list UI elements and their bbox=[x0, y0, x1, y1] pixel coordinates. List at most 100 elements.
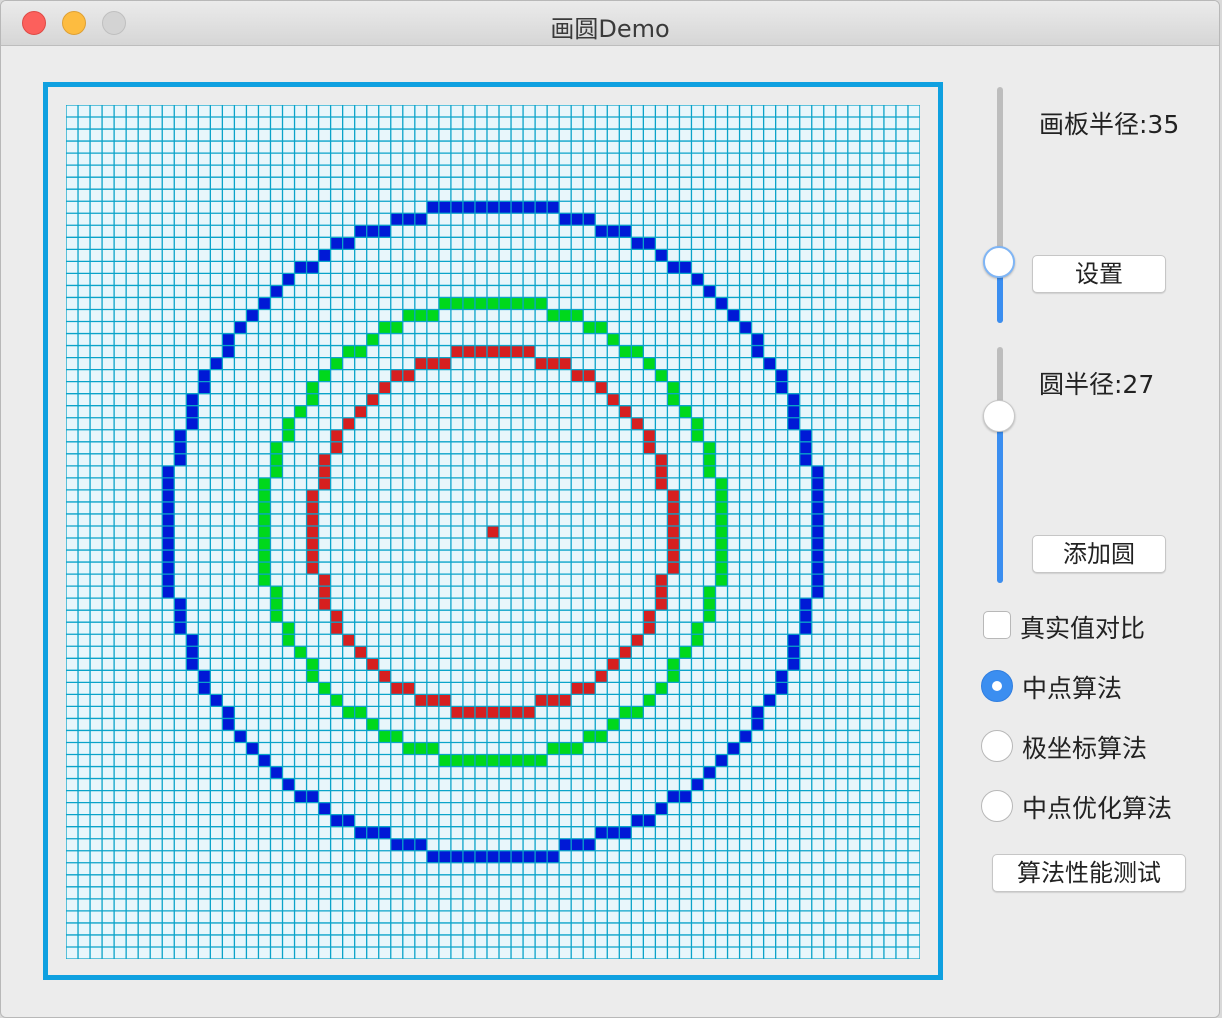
circle-pixel bbox=[222, 333, 235, 346]
circle-pixel bbox=[643, 441, 656, 454]
circle-pixel bbox=[318, 802, 331, 815]
circle-pixel bbox=[499, 345, 512, 358]
circle-pixel bbox=[402, 309, 415, 322]
circle-pixel bbox=[655, 802, 668, 815]
compare-true-value-checkbox[interactable] bbox=[983, 611, 1011, 639]
circle-pixel bbox=[258, 754, 271, 767]
circle-pixel bbox=[462, 201, 475, 214]
circle-pixel bbox=[667, 489, 680, 502]
window-title: 画圆Demo bbox=[550, 15, 670, 43]
circle-radius-slider[interactable] bbox=[983, 347, 1015, 583]
circle-pixel bbox=[523, 850, 536, 863]
circle-pixel bbox=[571, 838, 584, 851]
circle-pixel bbox=[234, 321, 247, 334]
polar-algorithm-label[interactable]: 极坐标算法 bbox=[1022, 729, 1147, 765]
circle-pixel bbox=[462, 754, 475, 767]
set-button[interactable]: 设置 bbox=[1032, 255, 1166, 293]
circle-radius-slider-knob[interactable] bbox=[983, 400, 1015, 433]
circle-pixel bbox=[667, 538, 680, 551]
circle-pixel bbox=[414, 357, 427, 370]
circle-pixel bbox=[655, 465, 668, 478]
circle-pixel bbox=[282, 429, 295, 442]
compare-true-value-label[interactable]: 真实值对比 bbox=[1020, 609, 1145, 645]
circle-pixel bbox=[390, 838, 403, 851]
circle-pixel bbox=[547, 850, 560, 863]
board-radius-slider-knob[interactable] bbox=[983, 246, 1015, 279]
circle-pixel bbox=[523, 201, 536, 214]
circle-pixel bbox=[402, 213, 415, 226]
drawing-board[interactable] bbox=[43, 82, 943, 980]
circle-pixel bbox=[474, 850, 487, 863]
circle-pixel bbox=[715, 477, 728, 490]
pixel-grid-canvas[interactable] bbox=[66, 105, 920, 959]
circle-pixel bbox=[474, 754, 487, 767]
circle-pixel bbox=[450, 706, 463, 719]
circle-pixel bbox=[258, 489, 271, 502]
circle-pixel bbox=[438, 850, 451, 863]
midpoint-algorithm-label[interactable]: 中点算法 bbox=[1022, 669, 1122, 705]
add-circle-button[interactable]: 添加圆 bbox=[1032, 535, 1166, 573]
circle-pixel bbox=[643, 237, 656, 250]
circle-pixel bbox=[210, 694, 223, 707]
circle-pixel bbox=[462, 706, 475, 719]
circle-pixel bbox=[258, 574, 271, 587]
circle-pixel bbox=[667, 261, 680, 274]
circle-pixel bbox=[366, 333, 379, 346]
circle-pixel bbox=[595, 670, 608, 683]
optimized-midpoint-algorithm-radio[interactable] bbox=[981, 790, 1013, 822]
circle-pixel bbox=[426, 850, 439, 863]
circle-pixel bbox=[811, 562, 824, 575]
center-pixel bbox=[486, 525, 500, 539]
algorithm-performance-test-button[interactable]: 算法性能测试 bbox=[992, 854, 1186, 892]
circle-pixel bbox=[547, 357, 560, 370]
circle-pixel bbox=[559, 213, 572, 226]
circle-pixel bbox=[583, 213, 596, 226]
circle-pixel bbox=[523, 754, 536, 767]
circle-pixel bbox=[342, 237, 355, 250]
circle-pixel bbox=[571, 742, 584, 755]
circle-pixel bbox=[571, 213, 584, 226]
circle-pixel bbox=[511, 754, 524, 767]
circle-pixel bbox=[811, 574, 824, 587]
circle-pixel bbox=[330, 814, 343, 827]
circle-pixel bbox=[619, 706, 632, 719]
circle-pixel bbox=[366, 826, 379, 839]
circle-pixel bbox=[282, 778, 295, 791]
circle-pixel bbox=[583, 730, 596, 743]
circle-pixel bbox=[703, 766, 716, 779]
circle-pixel bbox=[414, 838, 427, 851]
circle-pixel bbox=[607, 718, 620, 731]
circle-pixel bbox=[366, 658, 379, 671]
circle-pixel bbox=[559, 694, 572, 707]
circle-pixel bbox=[486, 754, 500, 767]
circle-pixel bbox=[402, 838, 415, 851]
circle-pixel bbox=[162, 586, 175, 599]
circle-pixel bbox=[667, 550, 680, 563]
circle-pixel bbox=[462, 850, 475, 863]
circle-pixel bbox=[535, 754, 548, 767]
circle-pixel bbox=[787, 417, 800, 430]
circle-pixel bbox=[679, 646, 692, 659]
circle-pixel bbox=[811, 489, 824, 502]
circle-pixel bbox=[294, 646, 307, 659]
circle-pixel bbox=[306, 381, 319, 394]
circle-pixel bbox=[450, 850, 463, 863]
midpoint-algorithm-radio[interactable] bbox=[981, 670, 1013, 702]
circle-pixel bbox=[499, 201, 512, 214]
circle-pixel bbox=[727, 742, 740, 755]
circle-pixel bbox=[667, 393, 680, 406]
polar-algorithm-radio[interactable] bbox=[981, 730, 1013, 762]
optimized-midpoint-algorithm-label[interactable]: 中点优化算法 bbox=[1022, 789, 1172, 825]
circle-pixel bbox=[390, 369, 403, 382]
circle-pixel bbox=[318, 453, 331, 466]
circle-pixel bbox=[414, 213, 427, 226]
circle-pixel bbox=[162, 562, 175, 575]
circle-pixel bbox=[667, 501, 680, 514]
circle-pixel bbox=[787, 405, 800, 418]
board-radius-slider[interactable] bbox=[983, 87, 1015, 323]
circle-pixel bbox=[595, 225, 608, 238]
circle-pixel bbox=[631, 814, 644, 827]
circle-pixel bbox=[607, 333, 620, 346]
circle-pixel bbox=[186, 658, 199, 671]
circle-pixel bbox=[162, 465, 175, 478]
